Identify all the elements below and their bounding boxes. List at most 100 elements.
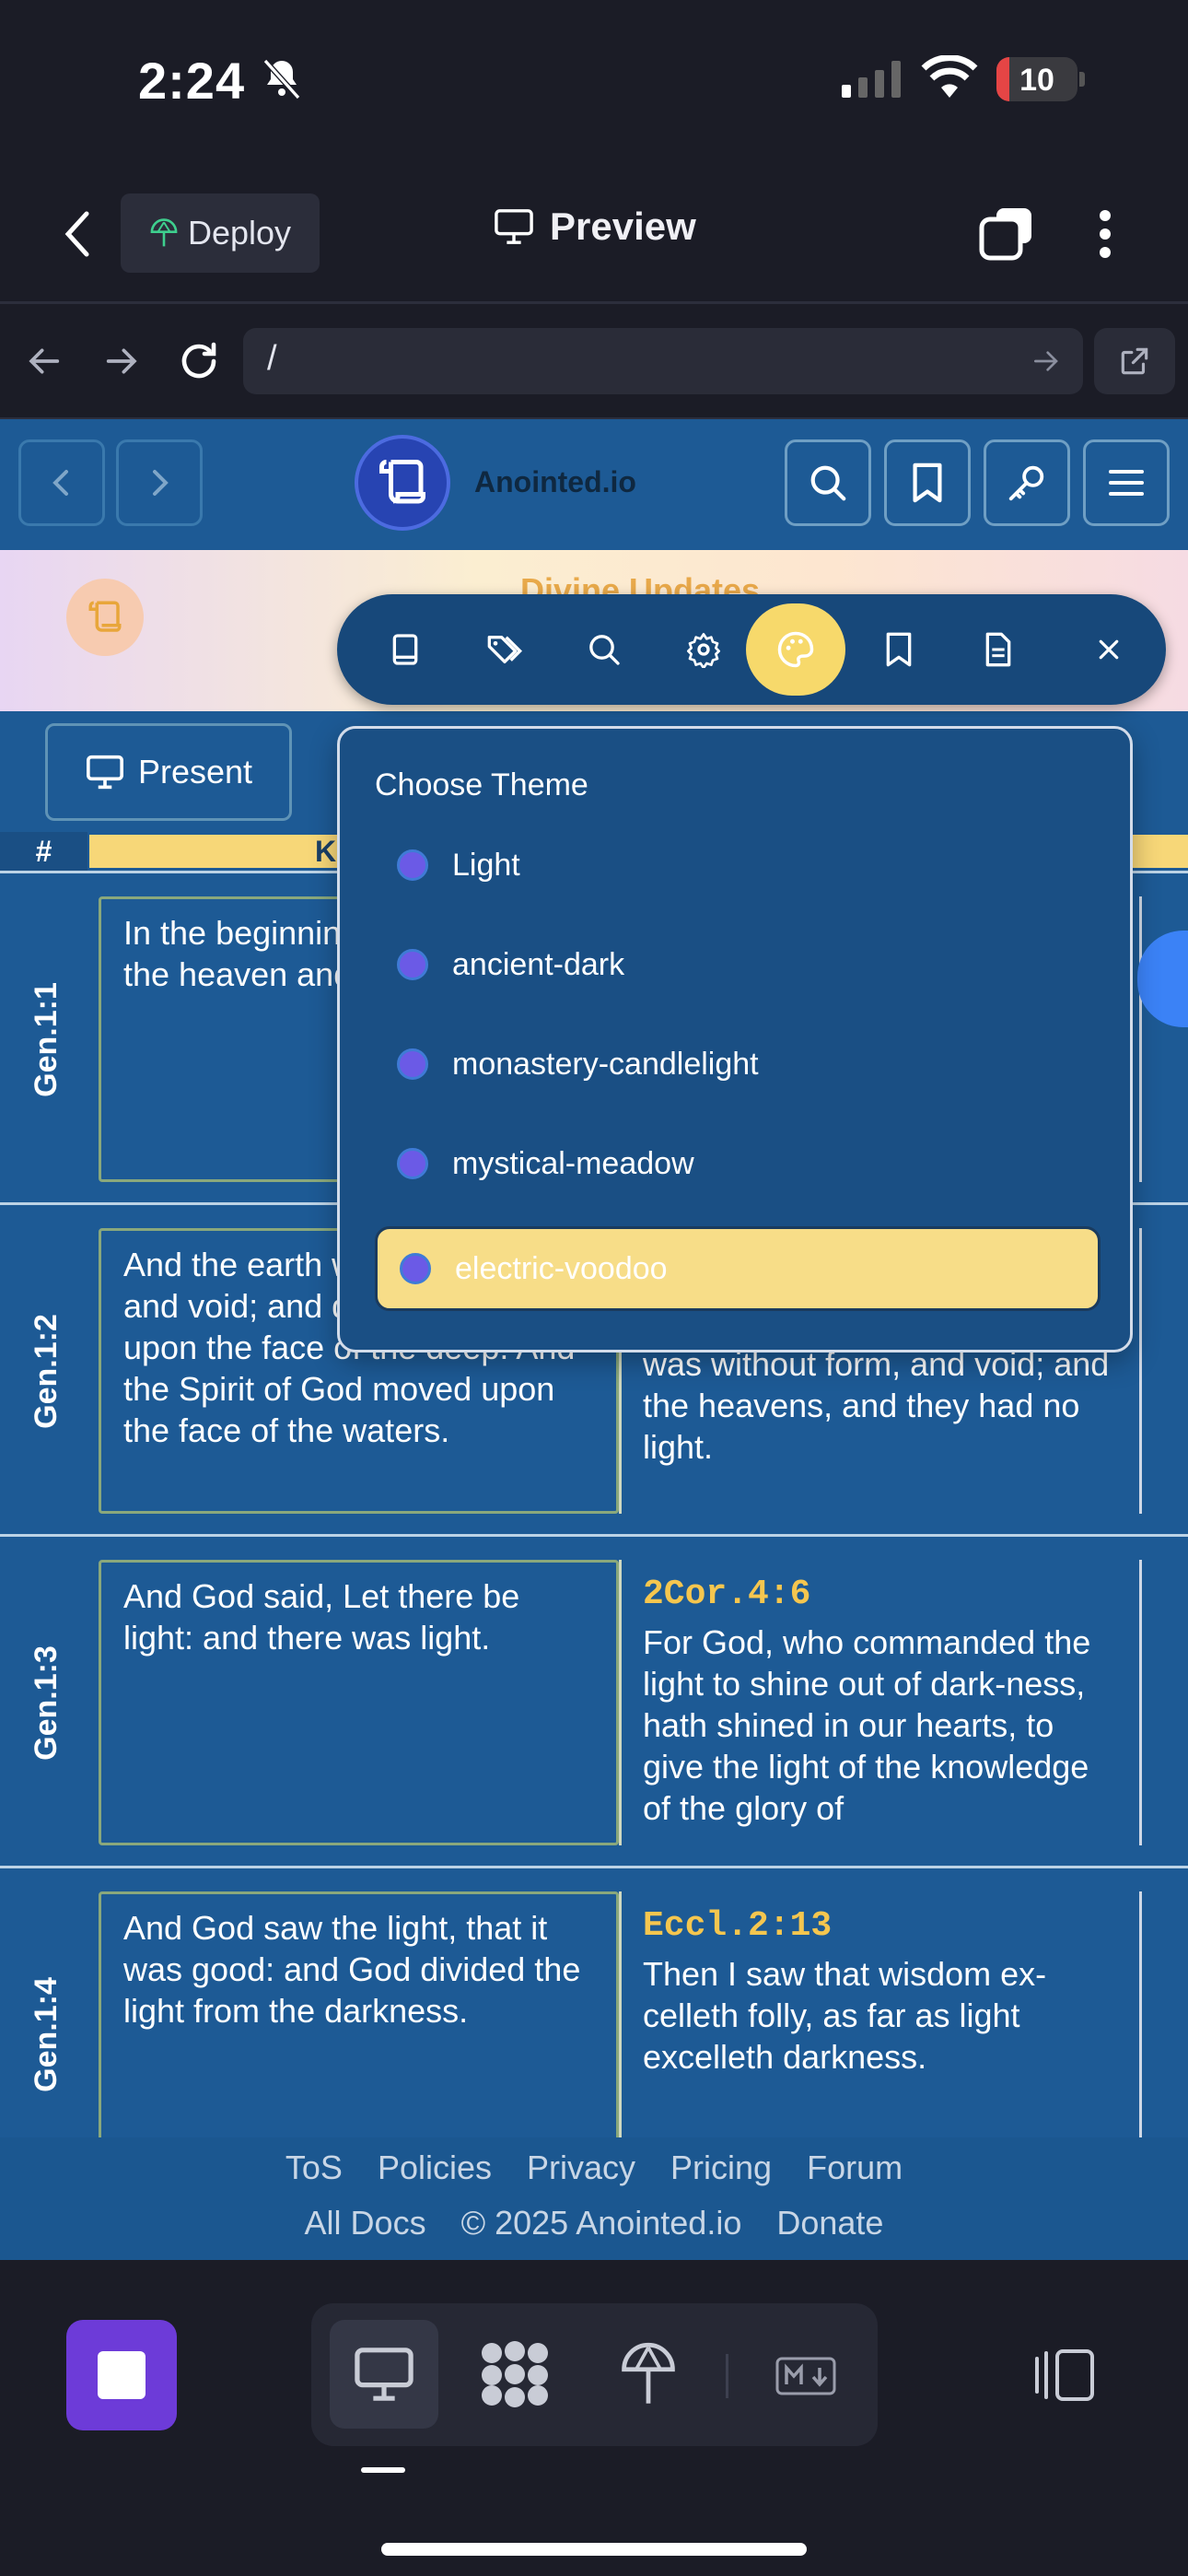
separator: [726, 2354, 728, 2398]
site-footer: ToS Policies Privacy Pricing Forum All D…: [0, 2137, 1188, 2260]
bookmark-icon[interactable]: [871, 622, 926, 677]
wifi-icon: [921, 55, 978, 100]
deploy-label: Deploy: [187, 214, 292, 252]
open-external-button[interactable]: [1094, 328, 1175, 394]
right-divider: [1139, 1891, 1142, 2177]
footer-link-forum[interactable]: Forum: [807, 2149, 903, 2187]
key-icon: [1006, 462, 1048, 504]
site-back-button[interactable]: [18, 439, 105, 526]
footer-link-pricing[interactable]: Pricing: [670, 2149, 772, 2187]
footer-link-tos[interactable]: ToS: [285, 2149, 343, 2187]
document-icon[interactable]: [971, 622, 1026, 677]
key-button[interactable]: [984, 439, 1070, 526]
theme-option-mystical-meadow[interactable]: mystical-meadow: [375, 1121, 1101, 1206]
monitor-icon[interactable]: [352, 2345, 416, 2404]
column-divider: [619, 1891, 622, 2177]
column-divider: [619, 1560, 622, 1845]
verse-text: And God saw the light, that it was good:…: [99, 1891, 619, 2177]
present-button[interactable]: Present: [45, 723, 292, 821]
theme-option-label: ancient-dark: [452, 946, 625, 982]
theme-dot-icon: [397, 1048, 428, 1080]
theme-option-label: mystical-meadow: [452, 1145, 694, 1181]
row-ref[interactable]: Gen.1:2: [0, 1205, 92, 1537]
footer-link-docs[interactable]: All Docs: [305, 2204, 426, 2242]
deploy-umbrella-icon[interactable]: [619, 2340, 678, 2408]
footer-link-privacy[interactable]: Privacy: [527, 2149, 635, 2187]
tags-icon[interactable]: [477, 622, 532, 677]
bookmark-button[interactable]: [884, 439, 971, 526]
umbrella-icon: [149, 217, 179, 249]
site-forward-button[interactable]: [116, 439, 203, 526]
palette-icon[interactable]: [768, 622, 823, 677]
brand-name[interactable]: Anointed.io: [474, 465, 636, 499]
scroll-icon: [375, 455, 430, 510]
theme-dot-icon: [397, 1148, 428, 1179]
theme-option-label: electric-voodoo: [455, 1250, 668, 1286]
cross-reference: Eccl.2:13 Then I saw that wisdom ex-cell…: [643, 1891, 1122, 2177]
banner-scroll-icon: [66, 579, 144, 656]
url-input[interactable]: [243, 328, 1083, 394]
active-indicator: [361, 2467, 405, 2473]
signal-icon: [840, 59, 904, 100]
forward-arrow-icon[interactable]: [101, 343, 140, 380]
battery-level: 10: [1019, 63, 1054, 98]
reload-icon[interactable]: [177, 339, 221, 383]
markdown-icon[interactable]: [775, 2357, 836, 2395]
home-indicator[interactable]: [381, 2543, 807, 2556]
workspace-icon[interactable]: [479, 2340, 551, 2408]
stop-icon: [98, 2351, 146, 2399]
gear-icon[interactable]: [676, 622, 731, 677]
more-icon[interactable]: [1096, 208, 1114, 260]
theme-option-light[interactable]: Light: [375, 823, 1101, 907]
search-button[interactable]: [785, 439, 871, 526]
table-header-label: K: [315, 835, 337, 868]
theme-dot-icon: [397, 849, 428, 881]
battery-icon: 10: [996, 57, 1085, 101]
theme-option-monastery-candlelight[interactable]: monastery-candlelight: [375, 1022, 1101, 1107]
go-arrow-icon[interactable]: [1030, 346, 1061, 376]
close-icon[interactable]: [1081, 622, 1136, 677]
theme-option-electric-voodoo[interactable]: electric-voodoo: [375, 1226, 1101, 1311]
table-header-hash: #: [0, 832, 87, 871]
theme-dropdown: Choose Theme Light ancient-dark monaster…: [337, 726, 1133, 1352]
right-divider: [1139, 896, 1142, 1182]
row-ref[interactable]: Gen.1:1: [0, 873, 92, 1205]
present-label: Present: [137, 753, 253, 790]
cross-reference: was without form, and void; and the heav…: [643, 1343, 1122, 1514]
xref-link[interactable]: Eccl.2:13: [643, 1906, 1122, 1946]
right-divider: [1139, 1560, 1142, 1845]
preview-tab[interactable]: Preview: [493, 205, 696, 249]
sidebar-toggle-icon[interactable]: [1031, 2348, 1098, 2403]
xref-link[interactable]: 2Cor.4:6: [643, 1575, 1122, 1614]
bookmark-icon: [909, 462, 946, 504]
preview-label: Preview: [550, 205, 696, 248]
back-arrow-icon[interactable]: [26, 343, 64, 380]
floating-toolbar: [337, 594, 1166, 705]
menu-button[interactable]: [1083, 439, 1170, 526]
site-logo[interactable]: [355, 435, 450, 531]
right-divider: [1139, 1228, 1142, 1514]
footer-copyright: © 2025 Anointed.io: [460, 2204, 742, 2242]
back-chevron-icon[interactable]: [61, 210, 94, 258]
silent-bell-icon: [260, 57, 304, 101]
xref-text: For God, who commanded the light to shin…: [643, 1623, 1091, 1827]
tabs-icon[interactable]: [978, 205, 1035, 262]
footer-link-policies[interactable]: Policies: [378, 2149, 492, 2187]
external-link-icon: [1117, 344, 1152, 379]
monitor-icon: [493, 207, 535, 246]
book-icon[interactable]: [378, 622, 433, 677]
search-icon: [807, 462, 849, 504]
deploy-button[interactable]: Deploy: [121, 193, 320, 273]
stop-button[interactable]: [66, 2320, 177, 2430]
status-bar: 2:24 10: [0, 0, 1188, 161]
footer-links-row-1: ToS Policies Privacy Pricing Forum: [0, 2149, 1188, 2187]
theme-option-label: Light: [452, 847, 520, 883]
footer-link-donate[interactable]: Donate: [776, 2204, 883, 2242]
verse-text: And God said, Let there be light: and th…: [99, 1560, 619, 1845]
theme-option-ancient-dark[interactable]: ancient-dark: [375, 922, 1101, 1007]
table-row: Gen.1:3 And God said, Let there be light…: [0, 1534, 1188, 1866]
theme-option-label: monastery-candlelight: [452, 1046, 759, 1082]
search-icon[interactable]: [577, 622, 632, 677]
row-ref[interactable]: Gen.1:3: [0, 1537, 92, 1868]
hamburger-icon: [1107, 466, 1146, 499]
